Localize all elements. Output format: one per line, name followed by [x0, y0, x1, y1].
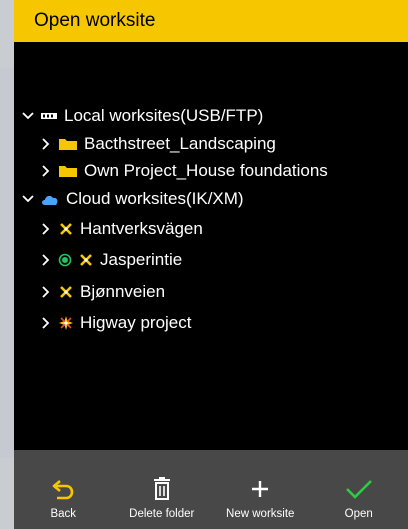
chevron-right-icon[interactable] [38, 163, 54, 179]
open-worksite-dialog: Open worksite Local worksites(USB/FTP) B… [14, 0, 408, 529]
back-label: Back [50, 508, 77, 520]
open-label: Open [344, 508, 373, 520]
checkmark-icon [344, 475, 374, 503]
chevron-right-icon[interactable] [38, 284, 54, 300]
tree-group-label: Local worksites(USB/FTP) [64, 106, 264, 125]
tree-item-worksite[interactable]: Hantverksvägen [38, 217, 203, 241]
chevron-right-icon[interactable] [38, 136, 54, 152]
folder-icon [58, 164, 78, 178]
title-bar: Open worksite [14, 0, 408, 42]
road-project-icon [58, 315, 74, 331]
tree-group-label: Cloud worksites(IK/XM) [66, 189, 244, 208]
open-button[interactable]: Open [310, 450, 408, 529]
tree-item-worksite[interactable]: Higway project [38, 311, 192, 335]
new-worksite-label: New worksite [226, 508, 295, 520]
tree-item-label: Jasperintie [100, 250, 183, 269]
tree-item-worksite-active[interactable]: Jasperintie [38, 248, 182, 272]
cloud-icon [40, 193, 60, 206]
worksite-icon [58, 221, 74, 237]
worksite-icon [78, 252, 94, 268]
tree-item-label: Bacthstreet_Landscaping [84, 134, 276, 153]
chevron-down-icon[interactable] [20, 108, 36, 124]
chevron-right-icon[interactable] [38, 315, 54, 331]
tree-item-label: Hantverksvägen [80, 219, 203, 238]
back-arrow-icon [51, 475, 75, 503]
bottom-toolbar: Back Delete folder New worksite Open [14, 450, 408, 529]
back-button[interactable]: Back [14, 450, 112, 529]
tree-group-cloud[interactable]: Cloud worksites(IK/XM) [20, 187, 244, 211]
delete-folder-button[interactable]: Delete folder [113, 450, 211, 529]
active-indicator-icon [58, 253, 72, 267]
delete-folder-label: Delete folder [129, 508, 195, 520]
folder-icon [58, 137, 78, 151]
plus-icon [249, 475, 271, 503]
tree-item-folder[interactable]: Bacthstreet_Landscaping [38, 132, 276, 156]
background-strip [0, 68, 14, 458]
new-worksite-button[interactable]: New worksite [211, 450, 309, 529]
dialog-title: Open worksite [34, 10, 156, 31]
tree-item-label: Own Project_House foundations [84, 161, 328, 180]
tree-group-local[interactable]: Local worksites(USB/FTP) [20, 104, 263, 128]
tree-item-folder[interactable]: Own Project_House foundations [38, 159, 328, 183]
chevron-down-icon[interactable] [20, 191, 36, 207]
chevron-right-icon[interactable] [38, 252, 54, 268]
tree-item-label: Higway project [80, 313, 192, 332]
worksite-icon [58, 284, 74, 300]
tree-item-label: Bjønnveien [80, 282, 166, 301]
trash-icon [153, 475, 171, 503]
chevron-right-icon[interactable] [38, 221, 54, 237]
tree-item-worksite[interactable]: Bjønnveien [38, 280, 165, 304]
usb-drive-icon [40, 110, 58, 122]
